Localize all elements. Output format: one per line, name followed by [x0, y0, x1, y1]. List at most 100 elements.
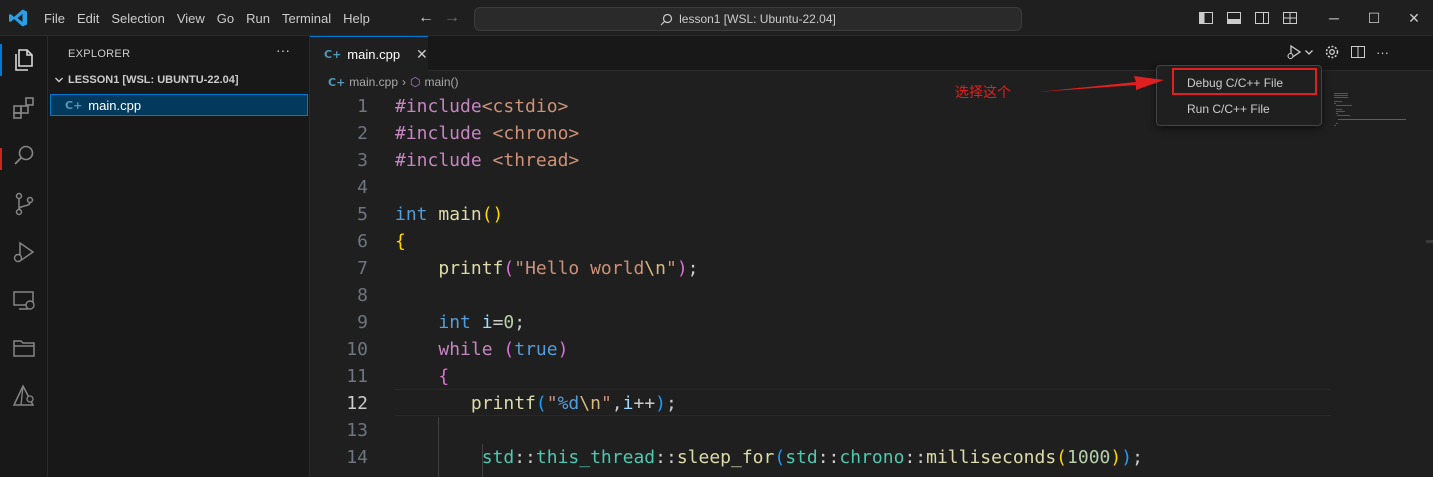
remote-explorer-activity[interactable] — [0, 276, 48, 324]
extensions-icon — [13, 97, 34, 119]
code-text: while (true) — [438, 339, 569, 360]
chevron-down-icon[interactable] — [1304, 44, 1314, 60]
activity-bar — [0, 36, 48, 477]
title-bar: File Edit Selection View Go Run Terminal… — [0, 0, 1433, 36]
run-debug-activity[interactable] — [0, 228, 48, 276]
layout-controls — [1198, 10, 1298, 26]
breadcrumb: C+ main.cpp › ⬡ main() — [310, 71, 459, 93]
explorer-title: EXPLORER — [68, 48, 131, 60]
forward-arrow-icon[interactable]: → — [444, 9, 460, 27]
menu-go[interactable]: Go — [211, 11, 240, 26]
close-window-icon[interactable]: ✕ — [1394, 0, 1433, 36]
code-text: std::this_thread::sleep_for(std::chrono:… — [481, 447, 1143, 468]
file-name: main.cpp — [88, 97, 142, 113]
line-number: 11 — [346, 366, 368, 387]
breadcrumb-symbol[interactable]: main() — [424, 75, 458, 89]
annotation-arrow-icon — [1038, 76, 1164, 92]
line-number: 10 — [346, 339, 368, 360]
cmake-activity[interactable] — [0, 372, 48, 420]
tab-main-cpp[interactable]: C+ main.cpp ✕ — [310, 36, 428, 71]
code-line[interactable]: 5 int main() — [310, 201, 1433, 228]
code-line[interactable]: 9 int i=0; — [310, 309, 1433, 336]
run-cpp-file-item[interactable]: Run C/C++ File — [1187, 102, 1270, 116]
line-number: 1 — [357, 96, 368, 117]
code-line[interactable]: 14 std::this_thread::sleep_for(std::chro… — [310, 444, 1433, 471]
workspace-folder[interactable]: LESSON1 [WSL: UBUNTU-22.04] — [54, 74, 239, 86]
code-line[interactable]: 8 — [310, 282, 1433, 309]
menu-view[interactable]: View — [171, 11, 211, 26]
code-text: #include<cstdio> — [395, 96, 569, 117]
extensions-activity[interactable] — [0, 84, 48, 132]
line-number: 3 — [357, 150, 368, 171]
search-icon — [660, 13, 673, 25]
annotation-highlight-box — [1172, 68, 1317, 95]
editor-actions: ··· — [1286, 44, 1389, 60]
code-line[interactable]: 10 while (true) — [310, 336, 1433, 363]
file-item-main-cpp[interactable]: C+ main.cpp — [50, 94, 308, 116]
folder-name: LESSON1 [WSL: UBUNTU-22.04] — [68, 74, 239, 86]
search-activity[interactable] — [0, 132, 48, 180]
explorer-sidebar: EXPLORER ··· LESSON1 [WSL: UBUNTU-22.04]… — [48, 36, 310, 477]
cpp-file-icon: C+ — [324, 47, 342, 61]
run-debug-icon — [13, 241, 35, 263]
minimap[interactable] — [1334, 93, 1426, 153]
menu-file[interactable]: File — [38, 11, 71, 26]
explorer-activity[interactable] — [0, 36, 48, 84]
command-center-search[interactable]: lesson1 [WSL: Ubuntu-22.04] — [474, 7, 1022, 31]
split-editor-icon[interactable] — [1350, 44, 1366, 60]
more-actions-icon[interactable]: ··· — [276, 42, 290, 58]
run-debug-icon[interactable] — [1286, 44, 1302, 60]
chevron-down-icon — [55, 77, 63, 83]
menu-selection[interactable]: Selection — [105, 11, 170, 26]
code-editor[interactable]: 1 #include<cstdio> 2 #include <chrono> 3 #inc… — [310, 93, 1433, 477]
source-control-activity[interactable] — [0, 180, 48, 228]
cpp-file-icon: C+ — [328, 75, 346, 89]
line-number: 4 — [357, 177, 368, 198]
vscode-logo-icon — [9, 9, 27, 27]
code-text: printf("%d\n",i++); — [470, 393, 677, 414]
back-arrow-icon[interactable]: ← — [418, 9, 434, 27]
line-number: 6 — [357, 231, 368, 252]
code-line[interactable]: 11 { — [310, 363, 1433, 390]
gear-icon[interactable] — [1324, 44, 1340, 60]
tab-label: main.cpp — [347, 46, 401, 62]
code-text: #include <thread> — [395, 150, 580, 171]
chevron-right-icon: › — [402, 75, 406, 89]
window-controls: ─ ☐ ✕ — [1314, 0, 1433, 36]
toggle-primary-sidebar-icon[interactable] — [1198, 10, 1214, 26]
menu-terminal[interactable]: Terminal — [276, 11, 337, 26]
symbol-method-icon: ⬡ — [410, 75, 421, 89]
menu-help[interactable]: Help — [337, 11, 376, 26]
close-tab-icon[interactable]: ✕ — [416, 46, 428, 63]
code-line[interactable]: 7 printf("Hello world\n"); — [310, 255, 1433, 282]
code-line[interactable]: 6{ — [310, 228, 1433, 255]
code-text: int i=0; — [438, 312, 526, 333]
maximize-icon[interactable]: ☐ — [1354, 0, 1394, 36]
minimize-icon[interactable]: ─ — [1314, 0, 1354, 36]
breadcrumb-file[interactable]: main.cpp — [349, 75, 398, 89]
cmake-icon — [12, 384, 35, 406]
activity-error-indicator — [0, 148, 2, 170]
folder-icon — [13, 340, 35, 357]
toggle-secondary-sidebar-icon[interactable] — [1254, 10, 1270, 26]
menu-run[interactable]: Run — [240, 11, 276, 26]
search-icon — [14, 145, 34, 165]
line-number: 14 — [346, 447, 368, 468]
code-line[interactable]: 12 printf("%d\n",i++); — [310, 390, 1433, 417]
customize-layout-icon[interactable] — [1282, 10, 1298, 26]
scrollbar-thumb[interactable] — [1426, 240, 1433, 243]
menu-edit[interactable]: Edit — [71, 11, 105, 26]
line-number: 9 — [357, 312, 368, 333]
menu-bar: File Edit Selection View Go Run Terminal… — [38, 0, 376, 36]
code-line[interactable]: 3 #include <thread> — [310, 147, 1433, 174]
line-number: 5 — [357, 204, 368, 225]
code-line[interactable]: 13 — [310, 417, 1433, 444]
more-actions-icon[interactable]: ··· — [1376, 45, 1389, 60]
line-number: 12 — [346, 393, 368, 414]
code-text: #include <chrono> — [395, 123, 580, 144]
files-icon — [15, 49, 33, 71]
navigation-arrows: ← → — [418, 9, 460, 27]
code-line[interactable]: 4 — [310, 174, 1433, 201]
folder-activity[interactable] — [0, 324, 48, 372]
toggle-panel-icon[interactable] — [1226, 10, 1242, 26]
